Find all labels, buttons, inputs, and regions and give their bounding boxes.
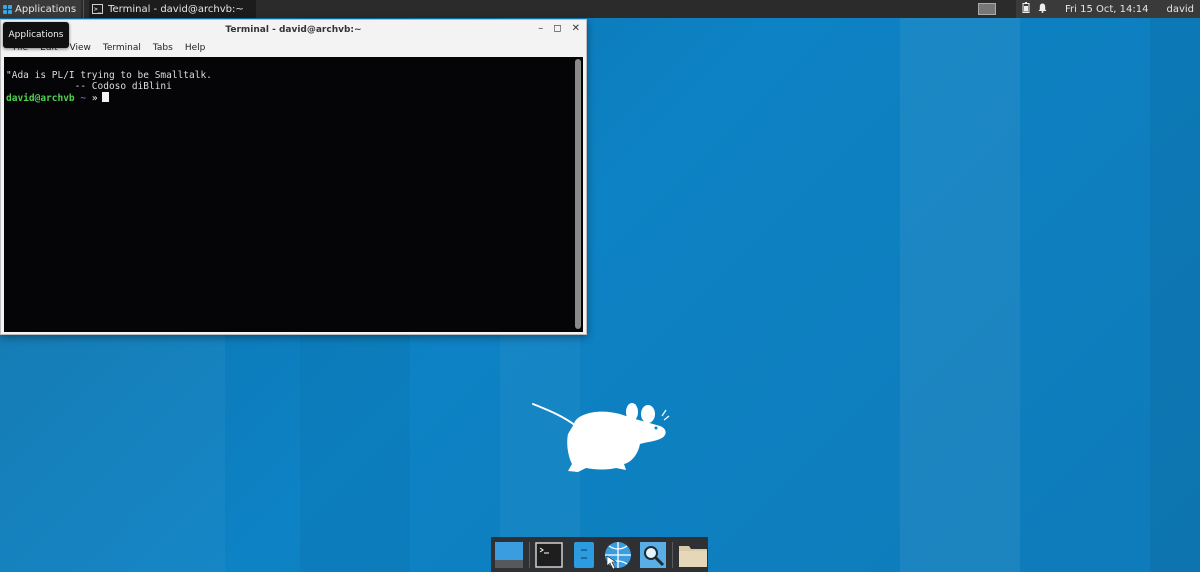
window-title: Terminal - david@archvb:~	[225, 25, 362, 35]
terminal-area[interactable]: "Ada is PL/I trying to be Smalltalk. -- …	[4, 57, 583, 332]
terminal-icon[interactable]	[534, 539, 565, 571]
menu-help[interactable]: Help	[185, 43, 206, 53]
prompt-directory: ~	[80, 93, 87, 104]
text-cursor	[101, 92, 109, 102]
applications-tooltip: Applications	[3, 22, 69, 48]
menu-tabs[interactable]: Tabs	[153, 43, 173, 53]
applications-menu-button[interactable]: Applications	[0, 0, 82, 18]
terminal-window: Terminal - david@archvb:~ – ◻ ✕ File Edi…	[0, 19, 587, 335]
taskbar-terminal-button[interactable]: >_ Terminal - david@archvb:~	[89, 0, 256, 18]
dock-separator	[528, 541, 530, 568]
top-panel: Applications >_ Terminal - david@archvb:…	[0, 0, 1200, 18]
system-tray: Fri 15 Oct, 14:14 david	[1016, 0, 1200, 18]
workspace-switcher[interactable]	[978, 3, 996, 15]
prompt-user: david@archvb	[6, 93, 75, 104]
window-controls: – ◻ ✕	[538, 24, 580, 34]
terminal-output-line: "Ada is PL/I trying to be Smalltalk.	[6, 70, 212, 81]
applications-label: Applications	[15, 3, 77, 15]
maximize-button[interactable]: ◻	[553, 24, 561, 34]
taskbar-terminal-label: Terminal - david@archvb:~	[108, 3, 244, 15]
terminal-icon: >_	[92, 4, 104, 14]
folder-icon[interactable]	[677, 539, 708, 571]
show-desktop-icon[interactable]	[494, 539, 525, 571]
battery-icon[interactable]	[1022, 2, 1030, 16]
file-manager-icon[interactable]	[568, 539, 599, 571]
menu-terminal[interactable]: Terminal	[103, 43, 141, 53]
xfce-menu-icon	[3, 4, 12, 14]
menu-view[interactable]: View	[70, 43, 91, 53]
bell-icon[interactable]	[1038, 3, 1047, 16]
web-browser-icon[interactable]	[603, 539, 634, 571]
prompt-symbol: »	[91, 93, 98, 104]
close-button[interactable]: ✕	[572, 24, 580, 34]
clock[interactable]: Fri 15 Oct, 14:14	[1065, 4, 1148, 15]
panel-separator	[83, 0, 85, 18]
dock-separator	[672, 541, 674, 568]
window-titlebar[interactable]: Terminal - david@archvb:~ – ◻ ✕	[1, 20, 586, 40]
terminal-output-line: -- Codoso diBlini	[6, 81, 172, 92]
user-menu[interactable]: david	[1166, 4, 1194, 15]
search-icon[interactable]	[638, 539, 669, 571]
minimize-button[interactable]: –	[538, 24, 543, 34]
xfce-mouse-logo	[528, 398, 673, 478]
menubar: File Edit View Terminal Tabs Help	[1, 40, 586, 56]
terminal-scrollbar[interactable]	[575, 59, 581, 329]
dock	[491, 537, 708, 572]
